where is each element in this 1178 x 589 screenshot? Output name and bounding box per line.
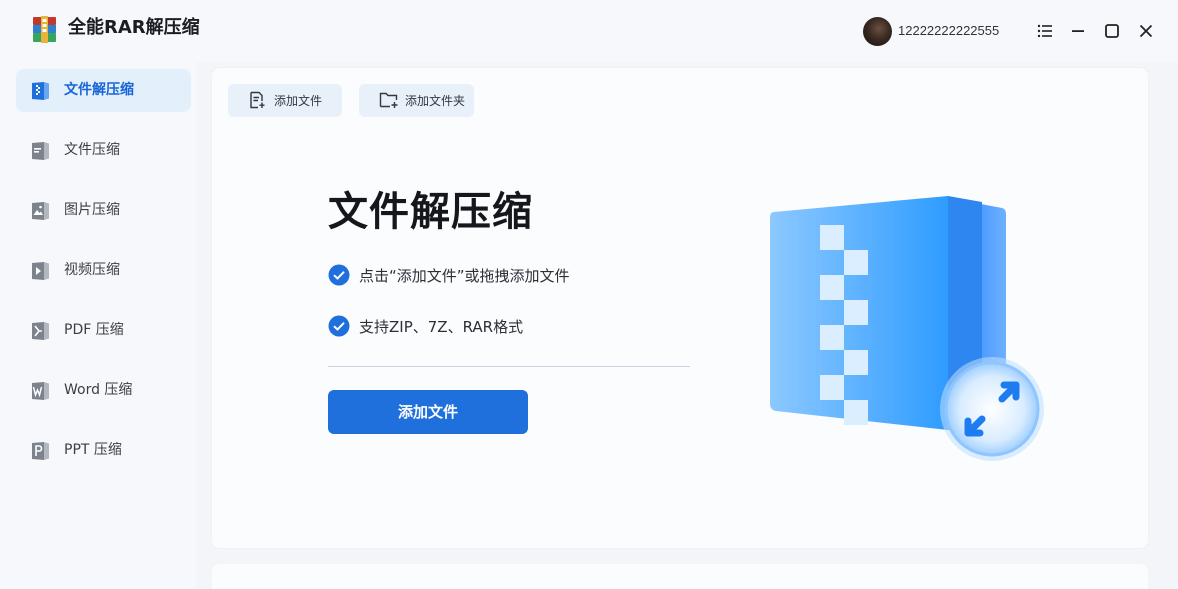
- check-circle-icon: [328, 315, 350, 337]
- sidebar-item-label: PPT 压缩: [64, 442, 122, 458]
- sidebar-item-word-compress[interactable]: Word 压缩: [16, 369, 191, 412]
- minimize-icon[interactable]: [1069, 22, 1087, 40]
- sidebar-item-video-compress[interactable]: 视频压缩: [16, 249, 191, 292]
- ppt-compress-icon: [32, 442, 49, 460]
- title-bar: 全能RAR解压缩 12222222222555: [0, 0, 1178, 62]
- sidebar-item-label: 文件解压缩: [64, 82, 134, 98]
- sidebar-item-label: PDF 压缩: [64, 322, 124, 338]
- add-file-toolbar-button[interactable]: 添加文件: [228, 84, 342, 117]
- secondary-panel: [212, 564, 1148, 589]
- archive-illustration: [770, 196, 1044, 461]
- sidebar-item-label: 图片压缩: [64, 202, 120, 218]
- feature-text: 支持ZIP、7Z、RAR格式: [359, 318, 524, 336]
- video-compress-icon: [32, 262, 49, 280]
- image-compress-icon: [32, 202, 49, 220]
- maximize-icon[interactable]: [1103, 22, 1121, 40]
- sidebar-item-label: Word 压缩: [64, 382, 133, 398]
- add-file-button[interactable]: 添加文件: [328, 390, 528, 434]
- app-title: 全能RAR解压缩: [68, 17, 200, 38]
- add-file-icon: [250, 91, 265, 109]
- word-compress-icon: [32, 382, 49, 400]
- feature-text: 点击“添加文件”或拖拽添加文件: [359, 267, 570, 285]
- avatar[interactable]: [863, 17, 892, 46]
- pdf-compress-icon: [32, 322, 49, 340]
- sidebar-item-pdf-compress[interactable]: PDF 压缩: [16, 309, 191, 352]
- add-folder-icon: [379, 92, 398, 108]
- close-icon[interactable]: [1137, 22, 1155, 40]
- sidebar-item-file-compress[interactable]: 文件压缩: [16, 129, 191, 172]
- sidebar-item-ppt-compress[interactable]: PPT 压缩: [16, 429, 191, 472]
- sidebar-item-label: 视频压缩: [64, 262, 120, 278]
- app-logo-icon: [33, 16, 56, 43]
- sidebar-item-label: 文件压缩: [64, 142, 120, 158]
- sidebar: 文件解压缩 文件压缩 图片压缩 视频压缩 PDF 压缩 Word 压缩 PPT …: [0, 62, 196, 589]
- zip-extract-icon: [32, 82, 49, 100]
- hero-title: 文件解压缩: [328, 189, 533, 235]
- main-panel: 添加文件 添加文件夹 文件解压缩 点击“添加文件”或拖拽添加文件 支持ZIP、7…: [212, 68, 1148, 548]
- username[interactable]: 12222222222555: [898, 22, 999, 40]
- sidebar-item-image-compress[interactable]: 图片压缩: [16, 189, 191, 232]
- menu-icon[interactable]: [1036, 22, 1054, 40]
- sidebar-item-extract[interactable]: 文件解压缩: [16, 69, 191, 112]
- add-folder-toolbar-button[interactable]: 添加文件夹: [359, 84, 474, 117]
- check-circle-icon: [328, 264, 350, 286]
- add-folder-toolbar-label: 添加文件夹: [405, 94, 466, 108]
- divider: [328, 366, 690, 367]
- file-compress-icon: [32, 142, 49, 160]
- add-file-toolbar-label: 添加文件: [274, 94, 323, 108]
